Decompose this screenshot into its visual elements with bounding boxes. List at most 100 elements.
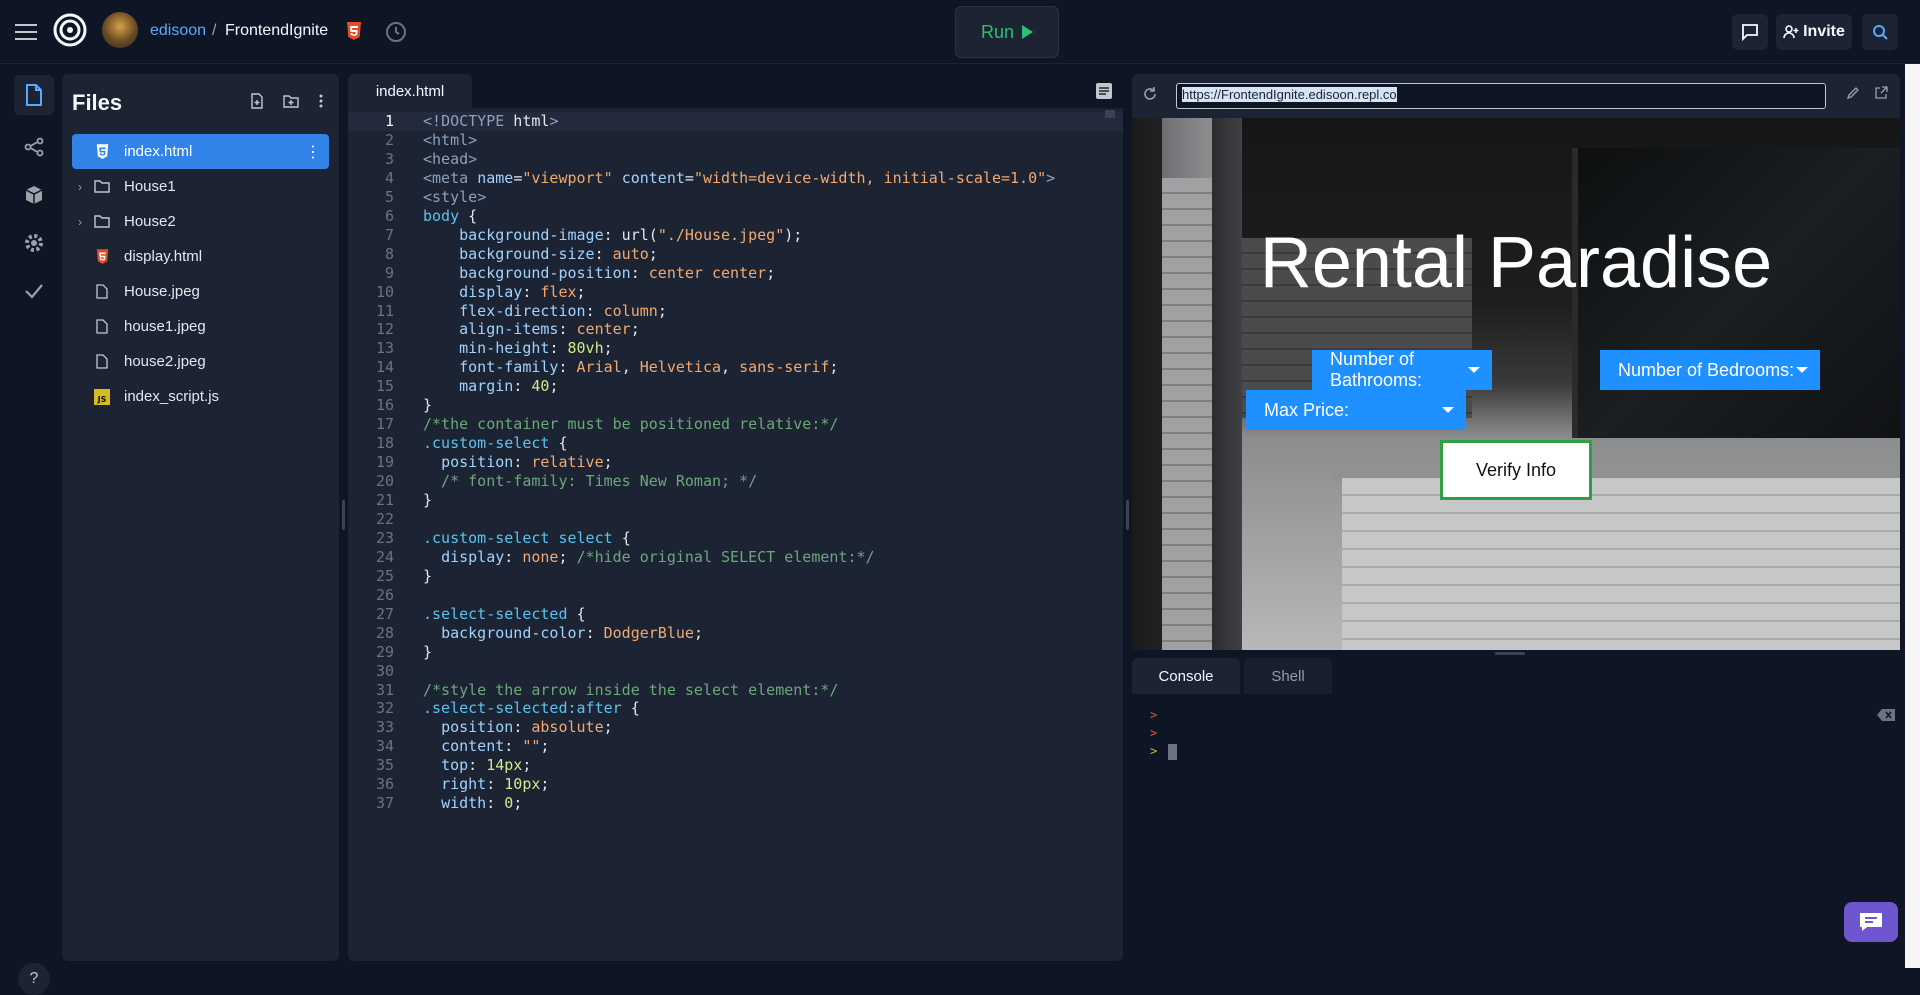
code-line[interactable]: 7 background-image: url("./House.jpeg");: [348, 226, 1123, 245]
bedrooms-select[interactable]: Number of Bedrooms:: [1600, 350, 1820, 390]
replit-logo-icon[interactable]: [52, 12, 88, 48]
refresh-icon[interactable]: [1142, 86, 1162, 106]
file-item-house1-jpeg[interactable]: house1.jpeg: [72, 309, 329, 344]
code-line[interactable]: 10 display: flex;: [348, 283, 1123, 302]
chevron-right-icon[interactable]: ›: [78, 180, 82, 194]
chat-support-icon[interactable]: [1844, 902, 1898, 942]
code-line[interactable]: 5 <style>: [348, 188, 1123, 207]
editor-scrollbar[interactable]: [1105, 110, 1115, 118]
history-icon[interactable]: [384, 20, 408, 44]
code-line[interactable]: 37 width: 0;: [348, 794, 1123, 813]
menu-icon[interactable]: [14, 20, 38, 44]
bathrooms-select[interactable]: Number of Bathrooms:: [1312, 349, 1492, 390]
code-line[interactable]: 30: [348, 662, 1123, 681]
avatar[interactable]: [102, 12, 138, 48]
code-line[interactable]: 16}: [348, 396, 1123, 415]
code-line[interactable]: 18 .custom-select {: [348, 434, 1123, 453]
run-button[interactable]: Run: [955, 6, 1059, 58]
url-input[interactable]: https://FrontendIgnite.edisoon.repl.co: [1176, 83, 1826, 109]
pencil-icon[interactable]: [1846, 86, 1864, 104]
console-output[interactable]: > > >: [1132, 694, 1900, 961]
file-item-display-html[interactable]: display.html: [72, 239, 329, 274]
file-menu-icon[interactable]: ⋮: [305, 142, 321, 162]
search-icon[interactable]: [1862, 14, 1898, 50]
line-number: 12: [375, 320, 394, 339]
code-line[interactable]: 17 /*the container must be positioned rel…: [348, 415, 1123, 434]
invite-button[interactable]: Invite: [1776, 14, 1852, 50]
code-line[interactable]: 11 flex-direction: column;: [348, 302, 1123, 321]
resize-handle[interactable]: [342, 500, 345, 530]
checkmark-icon[interactable]: [14, 271, 54, 311]
new-file-icon[interactable]: [246, 90, 268, 112]
file-name: House1: [124, 178, 176, 195]
code-line[interactable]: 29}: [348, 643, 1123, 662]
external-link-icon[interactable]: [1874, 86, 1892, 104]
code-line[interactable]: 27 .select-selected {: [348, 605, 1123, 624]
tab-console[interactable]: Console: [1132, 658, 1240, 694]
code-line[interactable]: 35 top: 14px;: [348, 756, 1123, 775]
html5-icon: [345, 21, 363, 41]
line-number: 7: [384, 225, 394, 244]
code-line[interactable]: 15 margin: 40;: [348, 377, 1123, 396]
code-line[interactable]: 13 min-height: 80vh;: [348, 339, 1123, 358]
folder-item-house2[interactable]: › House2: [72, 204, 329, 239]
line-number: 9: [384, 263, 394, 282]
code-line[interactable]: 4 <meta name="viewport" content="width=de…: [348, 169, 1123, 188]
repl-name[interactable]: FrontendIgnite: [225, 22, 328, 40]
file-item-index-script-js[interactable]: JS index_script.js: [72, 379, 329, 414]
resize-handle[interactable]: [1126, 500, 1129, 530]
folder-item-house1[interactable]: › House1: [72, 169, 329, 204]
git-branch-icon[interactable]: [14, 127, 54, 167]
pane-divider-handle[interactable]: [1495, 652, 1525, 655]
code-line[interactable]: 21}: [348, 491, 1123, 510]
code-line[interactable]: 2 <html>: [348, 131, 1123, 150]
new-folder-icon[interactable]: [280, 90, 302, 112]
chat-icon[interactable]: [1732, 14, 1768, 50]
code-line[interactable]: 22: [348, 510, 1123, 529]
line-number: 29: [375, 642, 394, 661]
gear-icon[interactable]: [14, 223, 54, 263]
code-line[interactable]: 34 content: "";: [348, 737, 1123, 756]
code-line[interactable]: 33 position: absolute;: [348, 718, 1123, 737]
code-line[interactable]: 31 /*style the arrow inside the select el…: [348, 681, 1123, 700]
code-line[interactable]: 19 position: relative;: [348, 453, 1123, 472]
tab-index-html[interactable]: index.html: [348, 74, 472, 108]
code-line[interactable]: 6 body {: [348, 207, 1123, 226]
more-options-icon[interactable]: [310, 90, 332, 112]
packages-icon[interactable]: [14, 175, 54, 215]
user-link[interactable]: edisoon: [150, 22, 206, 40]
folder-icon: [94, 179, 110, 195]
tab-shell[interactable]: Shell: [1244, 658, 1332, 694]
files-icon[interactable]: [14, 75, 54, 115]
code-line[interactable]: 9 background-position: center center;: [348, 264, 1123, 283]
code-line[interactable]: 26: [348, 586, 1123, 605]
code-text: flex-direction: column;: [459, 301, 667, 320]
bedrooms-label: Number of Bedrooms:: [1618, 359, 1795, 380]
code-line[interactable]: 1 <!DOCTYPE html>: [348, 112, 1123, 131]
code-line[interactable]: 14 font-family: Arial, Helvetica, sans-s…: [348, 358, 1123, 377]
editor-menu-icon[interactable]: [1095, 82, 1113, 100]
code-line[interactable]: 12 align-items: center;: [348, 320, 1123, 339]
code-line[interactable]: 36 right: 10px;: [348, 775, 1123, 794]
max-price-select[interactable]: Max Price:: [1246, 390, 1466, 430]
left-rail: ?: [0, 65, 60, 995]
code-area[interactable]: 1 <!DOCTYPE html> 2 <html> 3 <head> 4 <meta nam…: [348, 112, 1123, 961]
verify-info-button[interactable]: Verify Info: [1440, 440, 1592, 500]
code-line[interactable]: 8 background-size: auto;: [348, 245, 1123, 264]
code-text: top: 14px;: [441, 756, 532, 775]
clear-console-icon[interactable]: [1876, 708, 1896, 722]
code-line[interactable]: 25}: [348, 567, 1123, 586]
code-line[interactable]: 28 background-color: DodgerBlue;: [348, 624, 1123, 643]
file-item-house2-jpeg[interactable]: house2.jpeg: [72, 344, 329, 379]
file-item-house-jpeg[interactable]: House.jpeg: [72, 274, 329, 309]
chevron-right-icon[interactable]: ›: [78, 215, 82, 229]
file-item-index-html[interactable]: index.html ⋮: [72, 134, 329, 169]
code-text: position: relative;: [441, 453, 613, 472]
line-number: 27: [375, 604, 394, 623]
code-line[interactable]: 32 .select-selected:after {: [348, 699, 1123, 718]
code-line[interactable]: 24 display: none; /*hide original SELECT…: [348, 548, 1123, 567]
code-line[interactable]: 3 <head>: [348, 150, 1123, 169]
line-number: 34: [375, 737, 394, 756]
code-line[interactable]: 23 .custom-select select {: [348, 529, 1123, 548]
code-line[interactable]: 20 /* font-family: Times New Roman; */: [348, 472, 1123, 491]
